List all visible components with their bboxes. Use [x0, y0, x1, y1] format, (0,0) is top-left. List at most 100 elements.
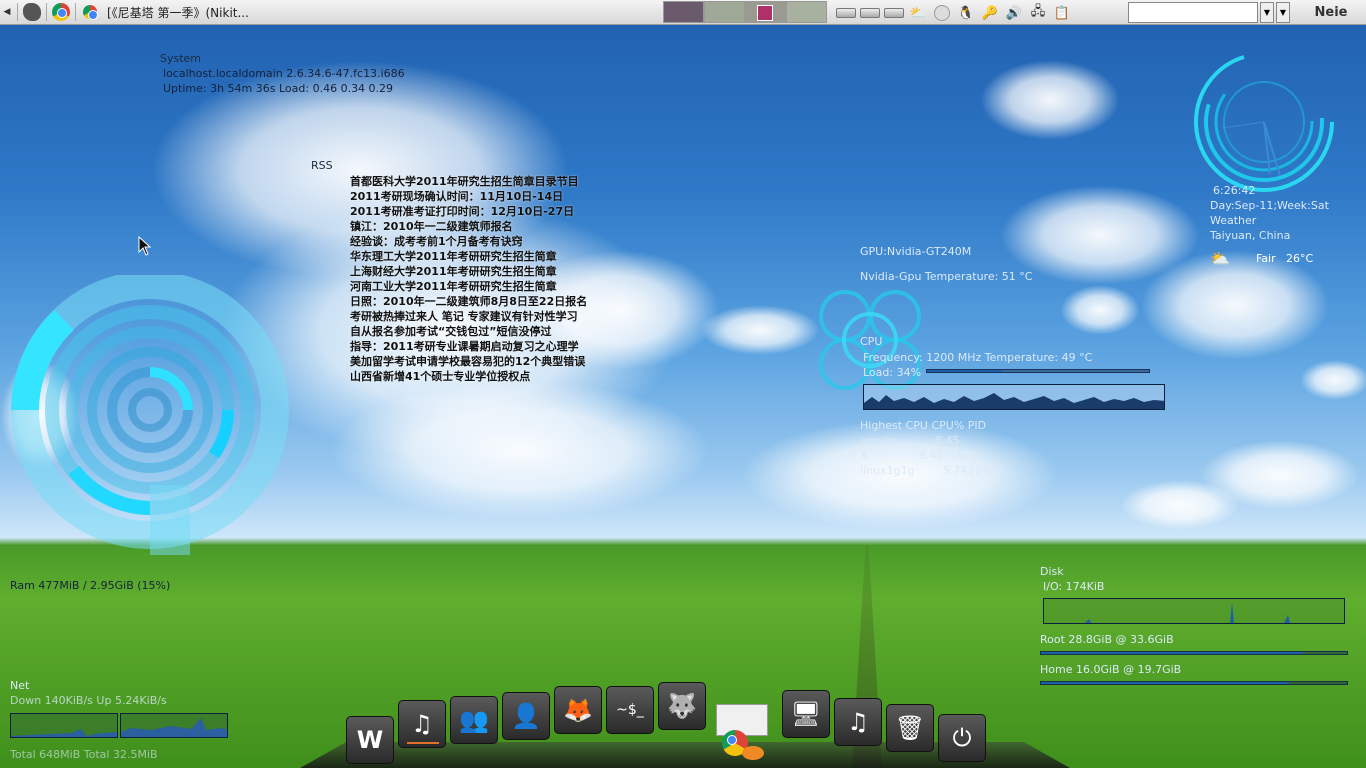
network-status-icon[interactable] — [932, 3, 952, 23]
net-up-graph — [120, 713, 228, 738]
gpu-name: GPU:Nvidia-GT240M — [860, 245, 972, 258]
users-icon[interactable]: 👤 — [502, 692, 550, 740]
chrome-icon[interactable] — [716, 704, 768, 764]
workspace-pager[interactable] — [663, 1, 827, 23]
rss-item[interactable]: 日照：2010年一二级建筑师8月8日至22日报名 — [350, 294, 587, 309]
net-speeds-text: Down 140KiB/s Up 5.24KiB/s — [10, 694, 167, 707]
weather-temperature: 26°C — [1286, 252, 1314, 265]
weather-cloud-icon: ⛅ — [1210, 249, 1230, 268]
net-header: Net — [10, 679, 30, 692]
weather-location: Taiyuan, China — [1210, 229, 1291, 242]
trash-icon[interactable]: 🗑 — [886, 704, 934, 752]
disk-io-text: I/O: 174KiB — [1043, 580, 1105, 593]
drive-icon[interactable] — [884, 8, 904, 18]
taskbar-window-title[interactable]: [《尼基塔 第一季》(Nikit... — [107, 4, 277, 21]
uptime-text: Uptime: 3h 54m 36s Load: 0.46 0.34 0.29 — [163, 82, 394, 95]
disk-io-graph — [1043, 598, 1345, 624]
cpu-freq-temp: Frequency: 1200 MHz Temperature: 49 °C — [863, 351, 1093, 364]
weather-label: Weather — [1210, 214, 1257, 227]
panel-left-arrow[interactable]: ◀ — [0, 0, 14, 25]
rss-item[interactable]: 自从报名参加考试“交钱包过”短信没停过 — [350, 324, 587, 339]
clock-time: 6:26:42 — [1213, 184, 1256, 197]
process-cpu: 5.74 — [943, 464, 968, 477]
network-icon[interactable]: 🖧 — [1028, 3, 1048, 23]
rss-item[interactable]: 华东理工大学2011年考研研究生招生简章 — [350, 249, 587, 264]
rss-item[interactable]: 2011考研准考证打印时间：12月10日-27日 — [350, 204, 587, 219]
weather-condition: Fair — [1256, 252, 1276, 265]
ram-ring-widget — [11, 275, 289, 555]
panel-separator — [17, 3, 18, 21]
rss-item[interactable]: 上海财经大学2011年考研研究生招生简章 — [350, 264, 587, 279]
music-player-icon[interactable]: ♫ — [398, 700, 446, 748]
terminal-icon[interactable]: ~$_ — [606, 686, 654, 734]
clock-date: Day:Sep-11;Week:Sat — [1210, 199, 1329, 212]
search-dropdown-button[interactable]: ▼ — [1260, 2, 1274, 23]
chrome-window-icon[interactable] — [79, 1, 101, 23]
system-header: System — [160, 52, 202, 65]
disk-home-text: Home 16.0GiB @ 19.7GiB — [1040, 663, 1182, 676]
rss-item[interactable]: 美加留学考试申请学校最容易犯的12个典型错误 — [350, 354, 587, 369]
mouse-cursor-icon — [138, 236, 152, 256]
chrome-launcher-icon[interactable] — [50, 1, 72, 23]
workspace-1[interactable] — [663, 1, 704, 23]
process-pid: 22484 — [968, 464, 1003, 477]
cpu-load-bar — [926, 369, 1150, 373]
disk-root-text: Root 28.8GiB @ 33.6GiB — [1040, 633, 1174, 646]
panel-separator — [46, 3, 47, 21]
clock-ring-widget — [1194, 52, 1334, 192]
contacts-icon[interactable]: 👥 — [450, 696, 498, 744]
net-down-graph — [10, 713, 118, 738]
process-cpu: 8.45 — [919, 449, 944, 462]
gimp-icon[interactable]: 🐺 — [658, 682, 706, 730]
process-cpu: 8.45 — [935, 434, 960, 447]
workspace-3[interactable] — [745, 1, 786, 23]
rss-item[interactable]: 指导：2011考研专业课暑期启动复习之心理学 — [350, 339, 587, 354]
cpu-table-header: Highest CPU CPU% PID — [860, 419, 987, 432]
power-icon[interactable]: ⏻ — [938, 714, 986, 762]
drive-icon[interactable] — [860, 8, 880, 18]
search-options-button[interactable]: ▼ — [1276, 2, 1290, 23]
rss-item[interactable]: 首都医科大学2011年研究生招生简章目录节目 — [350, 174, 587, 189]
rss-item[interactable]: 2011考研现场确认时间：11月10日-14日 — [350, 189, 587, 204]
disk-home-bar — [1040, 681, 1348, 685]
desktop-icon[interactable]: 🖥 — [782, 690, 830, 738]
net-totals-text: Total 648MiB Total 32.5MiB — [10, 748, 158, 761]
gnome-foot-icon[interactable] — [21, 1, 43, 23]
ram-usage-text: Ram 477MiB / 2.95GiB (15%) — [10, 579, 171, 592]
key-icon[interactable]: 🔑 — [980, 3, 1000, 23]
panel-clock[interactable]: Neie — [1296, 0, 1366, 25]
running-indicator — [407, 742, 439, 744]
rss-list: 首都医科大学2011年研究生招生简章目录节目 2011考研现场确认时间：11月1… — [350, 174, 587, 384]
disk-root-bar — [1040, 651, 1348, 655]
workspace-4[interactable] — [786, 1, 827, 23]
qq-icon[interactable]: 🐧 — [956, 3, 976, 23]
rss-item[interactable]: 镇江：2010年一二级建筑师报名 — [350, 219, 587, 234]
hostname-text: localhost.localdomain 2.6.34.6-47.fc13.i… — [163, 67, 405, 80]
cpu-header: CPU — [860, 335, 883, 348]
firefox-icon[interactable]: 🦊 — [554, 686, 602, 734]
rss-item[interactable]: 经验谈：成考考前1个月备考有诀窍 — [350, 234, 587, 249]
process-name: amule — [860, 434, 895, 447]
gpu-temperature: Nvidia-Gpu Temperature: 51 °C — [860, 270, 1033, 283]
music-icon[interactable]: ♫ — [834, 698, 882, 746]
search-input[interactable] — [1128, 2, 1258, 23]
rss-item[interactable]: 河南工业大学2011年考研研究生招生简章 — [350, 279, 587, 294]
rss-item[interactable]: 考研被热捧过来人 笔记 专家建议有针对性学习 — [350, 309, 587, 324]
drive-icon[interactable] — [836, 8, 856, 18]
process-name: linux1g1g — [860, 464, 915, 477]
disk-header: Disk — [1040, 565, 1064, 578]
system-tray: ⛅ 🐧 🔑 🔊 🖧 📋 — [836, 2, 1072, 24]
dock: W ♫ 👥 👤 🦊 ~$_ 🐺 🖥 ♫ 🗑 ⏻ — [346, 680, 986, 768]
panel-separator — [75, 3, 76, 21]
rss-item[interactable]: 山西省新增41个硕士专业学位授权点 — [350, 369, 587, 384]
volume-icon[interactable]: 🔊 — [1004, 3, 1024, 23]
clipboard-icon[interactable]: 📋 — [1052, 3, 1072, 23]
writer-icon[interactable]: W — [346, 716, 394, 764]
weather-tray-icon[interactable]: ⛅ — [908, 3, 928, 23]
process-pid: 1676 — [950, 449, 978, 462]
process-name: X — [860, 449, 868, 462]
cpu-history-graph — [863, 384, 1165, 410]
workspace-2[interactable] — [704, 1, 745, 23]
cpu-load-text: Load: 34% — [863, 366, 922, 379]
rss-header: RSS — [311, 159, 333, 172]
